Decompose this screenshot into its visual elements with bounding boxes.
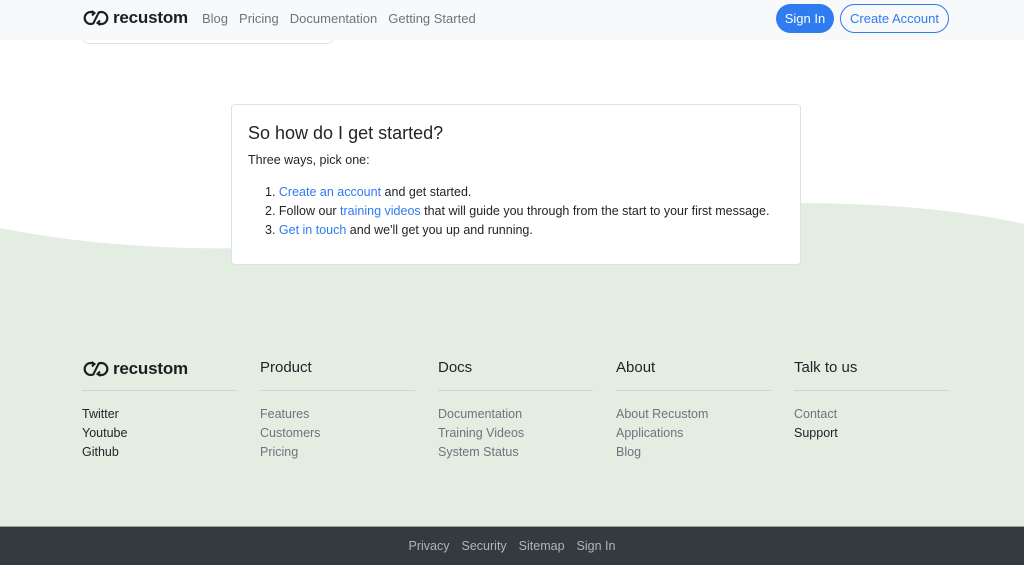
bottom-link-privacy[interactable]: Privacy [409,539,450,553]
sign-in-button[interactable]: Sign In [776,4,834,33]
footer-link-github[interactable]: Github [82,445,119,459]
getting-started-title: So how do I get started? [248,123,444,143]
footer-link-twitter[interactable]: Twitter [82,407,119,421]
footer-link-blog[interactable]: Blog [616,445,641,459]
footer-heading: Product [260,359,312,376]
footer-link-training-videos[interactable]: Training Videos [438,426,524,440]
recustom-logo-icon [83,10,109,26]
divider [82,390,237,391]
step-number: 1. [265,185,279,199]
step-item: 3. Get in touch and we'll get you up and… [265,221,784,240]
getting-started-card: So how do I get started? Three ways, pic… [231,104,801,265]
step-text: that will guide you through from the sta… [420,204,770,218]
footer-brand: recustom [82,355,237,383]
bottom-bar: Privacy Security Sitemap Sign In [0,526,1024,565]
footer-link-youtube[interactable]: Youtube [82,426,127,440]
nav-link-blog[interactable]: Blog [202,10,228,27]
footer-heading: Talk to us [794,359,858,376]
step-text: and we'll get you up and running. [346,223,533,237]
nav-link-getting-started[interactable]: Getting Started [388,10,475,27]
footer-link-applications[interactable]: Applications [616,426,683,440]
footer-link-system-status[interactable]: System Status [438,445,519,459]
footer-wave-background [0,202,1024,565]
divider [260,390,415,391]
divider [438,390,593,391]
footer-link-about-recustom[interactable]: About Recustom [616,407,708,421]
footer-link-documentation[interactable]: Documentation [438,407,522,421]
footer-link-features[interactable]: Features [260,407,309,421]
footer-link-support[interactable]: Support [794,426,838,440]
create-account-button[interactable]: Create Account [840,4,949,33]
step-number: 3. [265,223,279,237]
footer-link-customers[interactable]: Customers [260,426,320,440]
get-in-touch-link[interactable]: Get in touch [279,223,346,237]
bottom-link-security[interactable]: Security [462,539,507,553]
footer-column-talk-to-us: Talk to us Contact Support [794,355,949,443]
bottom-link-sign-in[interactable]: Sign In [577,539,616,553]
brand-logo-link[interactable]: recustom [82,8,188,28]
footer-column-about: About About Recustom Applications Blog [616,355,771,462]
footer-link-contact[interactable]: Contact [794,407,837,421]
footer-brand-column: recustom Twitter Youtube Github [82,355,237,462]
nav-link-pricing[interactable]: Pricing [239,10,279,27]
footer-column-product: Product Features Customers Pricing [260,355,415,462]
getting-started-steps: 1. Create an account and get started. 2.… [248,183,784,240]
divider [794,390,949,391]
step-item: 2. Follow our training videos that will … [265,202,784,221]
brand-name: recustom [113,8,188,27]
step-text: Follow our [278,204,341,218]
nav-links: Blog Pricing Documentation Getting Start… [202,10,487,27]
footer-column-docs: Docs Documentation Training Videos Syste… [438,355,593,462]
footer-link-pricing[interactable]: Pricing [260,445,298,459]
recustom-logo-icon [83,361,109,377]
divider [616,390,771,391]
create-account-link[interactable]: Create an account [279,185,381,199]
footer-brand-name: recustom [113,359,188,378]
training-videos-link[interactable]: training videos [340,204,421,218]
footer-heading: About [616,359,656,376]
step-number: 2. [265,204,279,218]
getting-started-intro: Three ways, pick one: [248,153,370,167]
bottom-link-sitemap[interactable]: Sitemap [519,539,565,553]
nav-link-documentation[interactable]: Documentation [290,10,377,27]
top-navbar: recustom Blog Pricing Documentation Gett… [0,0,1024,40]
footer-heading: Docs [438,359,473,376]
step-item: 1. Create an account and get started. [265,183,784,202]
footer-social-links: Twitter Youtube Github [82,405,237,462]
step-text: and get started. [381,185,472,199]
